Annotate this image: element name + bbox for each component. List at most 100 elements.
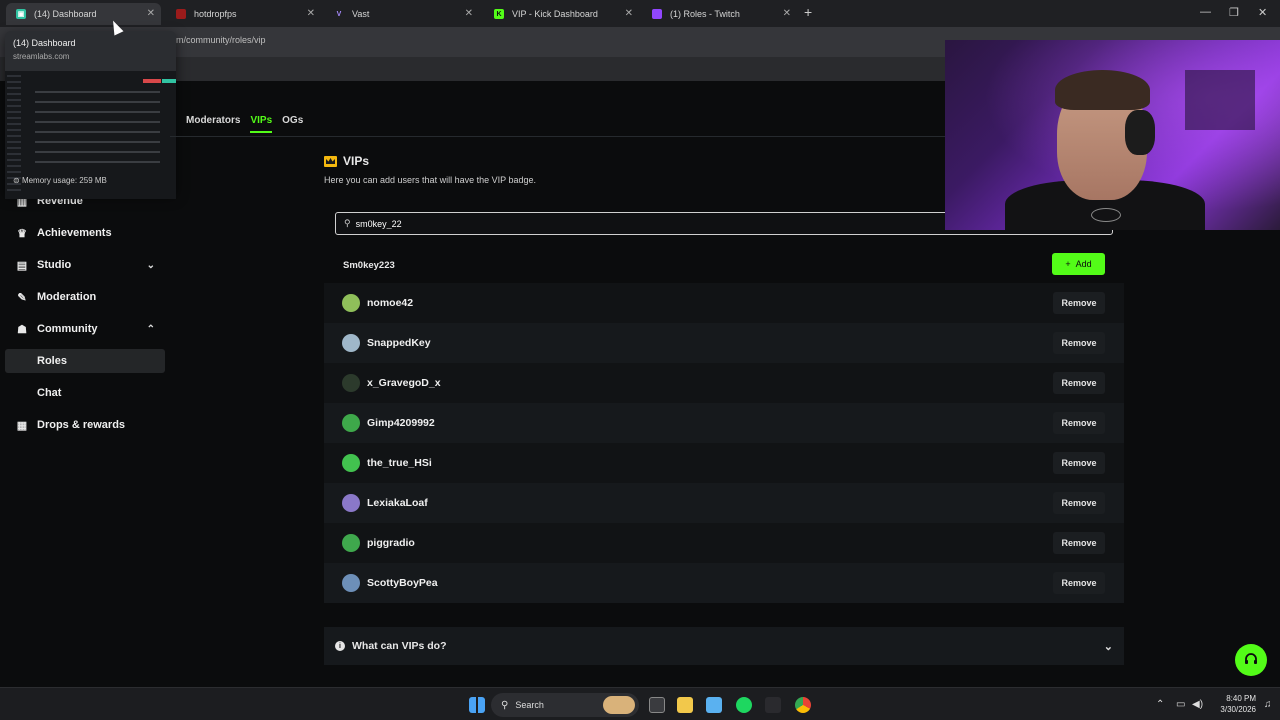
- network-icon[interactable]: ▭: [1176, 699, 1185, 710]
- info-icon: i: [335, 641, 345, 651]
- chevron-down-icon: ⌄: [146, 259, 155, 271]
- avatar: [342, 374, 360, 392]
- vip-username: piggradio: [367, 537, 415, 549]
- search-result-row: Sm0key223 + Add: [335, 252, 1113, 278]
- browser-tab-twitch[interactable]: (1) Roles - Twitch ✕: [642, 3, 797, 25]
- close-tab-icon[interactable]: ✕: [783, 8, 791, 19]
- close-tab-icon[interactable]: ✕: [625, 8, 633, 19]
- spotify-icon[interactable]: [736, 697, 752, 713]
- add-vip-button[interactable]: + Add: [1052, 253, 1105, 275]
- vip-list-item: LexiakaLoaf Remove: [324, 483, 1124, 523]
- memory-icon: ⊜: [13, 176, 22, 185]
- notification-bell-icon[interactable]: ♫: [1264, 699, 1272, 710]
- browser-tab-vast[interactable]: V Vast ✕: [324, 3, 479, 25]
- tab-label: (14) Dashboard: [34, 9, 97, 19]
- avatar: [342, 494, 360, 512]
- minimize-icon[interactable]: —: [1200, 6, 1211, 18]
- tab-moderators[interactable]: Moderators: [186, 115, 240, 133]
- chevron-up-icon: ⌃: [146, 323, 155, 335]
- avatar: [342, 334, 360, 352]
- chrome-icon[interactable]: [795, 697, 811, 713]
- tab-vips[interactable]: VIPs: [250, 115, 273, 133]
- sidebar-item-achievements[interactable]: ♛ Achievements: [0, 221, 165, 245]
- vip-username: nomoe42: [367, 297, 414, 309]
- start-menu-icon[interactable]: [469, 697, 485, 713]
- close-tab-icon[interactable]: ✕: [307, 8, 315, 19]
- vip-username: SnappedKey: [367, 337, 431, 349]
- vip-faq-accordion[interactable]: i What can VIPs do? ⌄: [324, 627, 1124, 665]
- sidebar-item-roles[interactable]: Roles: [5, 349, 165, 373]
- browser-tab-kick[interactable]: K VIP - Kick Dashboard ✕: [484, 3, 639, 25]
- vip-username: LexiakaLoaf: [367, 497, 428, 509]
- browser-tab-hotdropfps[interactable]: hotdropfps ✕: [166, 3, 321, 25]
- notepad-icon[interactable]: [706, 697, 722, 713]
- roles-subtabs: Moderators VIPs OGs: [186, 115, 303, 133]
- vip-list-item: the_true_HSi Remove: [324, 443, 1124, 483]
- clock-date: 3/30/2026: [1220, 705, 1256, 714]
- sidebar-item-studio[interactable]: ▤ Studio ⌄: [0, 253, 165, 277]
- sidebar-item-moderation[interactable]: ✎ Moderation: [0, 285, 165, 309]
- sidebar-item-chat[interactable]: Chat: [0, 381, 165, 405]
- browser-tab-dashboard[interactable]: ▣ (14) Dashboard ✕: [6, 3, 161, 25]
- remove-vip-button[interactable]: Remove: [1053, 532, 1105, 554]
- avatar: [342, 574, 360, 592]
- volume-icon[interactable]: ◀): [1192, 699, 1203, 710]
- gift-icon: ▦: [16, 419, 28, 432]
- chevron-down-icon: ⌄: [1103, 640, 1113, 653]
- twitch-favicon-icon: [652, 9, 662, 19]
- vip-list-item: Gimp4209992 Remove: [324, 403, 1124, 443]
- faq-label: What can VIPs do?: [352, 640, 447, 652]
- remove-vip-button[interactable]: Remove: [1053, 492, 1105, 514]
- page-title-text: VIPs: [343, 154, 370, 168]
- vip-username: Gimp4209992: [367, 417, 435, 429]
- streamlabs-favicon-icon: ▣: [16, 9, 26, 19]
- clock-time: 8:40 PM: [1226, 694, 1256, 703]
- community-icon: ☗: [17, 323, 27, 336]
- new-tab-icon[interactable]: +: [804, 4, 812, 20]
- sidebar-item-community[interactable]: ☗ Community ⌃: [0, 317, 165, 341]
- avatar: [342, 414, 360, 432]
- remove-vip-button[interactable]: Remove: [1053, 412, 1105, 434]
- hud-fx-icon[interactable]: [765, 697, 781, 713]
- tray-overflow-icon[interactable]: ⌃: [1156, 699, 1164, 710]
- task-view-icon[interactable]: [649, 697, 665, 713]
- memory-usage-text: Memory usage: 259 MB: [21, 176, 107, 185]
- tab-label: (1) Roles - Twitch: [670, 9, 740, 19]
- address-bar-url[interactable]: m/community/roles/vip: [176, 35, 266, 45]
- search-icon: ⚲: [501, 699, 509, 711]
- remove-vip-button[interactable]: Remove: [1053, 372, 1105, 394]
- restore-icon[interactable]: ❐: [1229, 6, 1239, 19]
- support-chat-button[interactable]: [1235, 644, 1267, 676]
- page-description: Here you can add users that will have th…: [324, 175, 536, 185]
- vip-list-item: ScottyBoyPea Remove: [324, 563, 1124, 603]
- file-explorer-icon[interactable]: [677, 697, 693, 713]
- close-tab-icon[interactable]: ✕: [147, 8, 155, 19]
- sidebar-item-label: Moderation: [37, 291, 97, 303]
- vip-list-item: piggradio Remove: [324, 523, 1124, 563]
- tab-hover-preview: (14) Dashboard streamlabs.com ⊜ Memory u…: [5, 31, 176, 199]
- sidebar-item-label: Roles: [37, 355, 67, 367]
- vip-username: x_GravegoD_x: [367, 377, 441, 389]
- add-button-label: Add: [1075, 259, 1092, 269]
- preview-memory: ⊜ Memory usage: 259 MB: [13, 176, 107, 185]
- taskbar-clock[interactable]: 8:40 PM 3/30/2026: [1212, 693, 1256, 715]
- search-highlight-icon: [603, 696, 635, 714]
- remove-vip-button[interactable]: Remove: [1053, 452, 1105, 474]
- remove-vip-button[interactable]: Remove: [1053, 572, 1105, 594]
- tab-ogs[interactable]: OGs: [282, 115, 303, 133]
- remove-vip-button[interactable]: Remove: [1053, 332, 1105, 354]
- sidebar-item-label: Community: [37, 323, 98, 335]
- taskbar-search[interactable]: ⚲ Search: [491, 693, 639, 717]
- taskbar-search-label: Search: [515, 700, 544, 710]
- vip-list-item: x_GravegoD_x Remove: [324, 363, 1124, 403]
- tab-label: Vast: [352, 9, 370, 19]
- close-tab-icon[interactable]: ✕: [465, 8, 473, 19]
- browser-tab-strip: ▣ (14) Dashboard ✕ hotdropfps ✕ V Vast ✕…: [0, 0, 1280, 27]
- vip-list-item: SnappedKey Remove: [324, 323, 1124, 363]
- vip-username: ScottyBoyPea: [367, 577, 438, 589]
- close-window-icon[interactable]: ✕: [1258, 6, 1267, 19]
- sidebar-item-drops-rewards[interactable]: ▦ Drops & rewards: [0, 413, 165, 437]
- sidebar-item-label: Chat: [37, 387, 62, 399]
- remove-vip-button[interactable]: Remove: [1053, 292, 1105, 314]
- vip-list-item: nomoe42 Remove: [324, 283, 1124, 323]
